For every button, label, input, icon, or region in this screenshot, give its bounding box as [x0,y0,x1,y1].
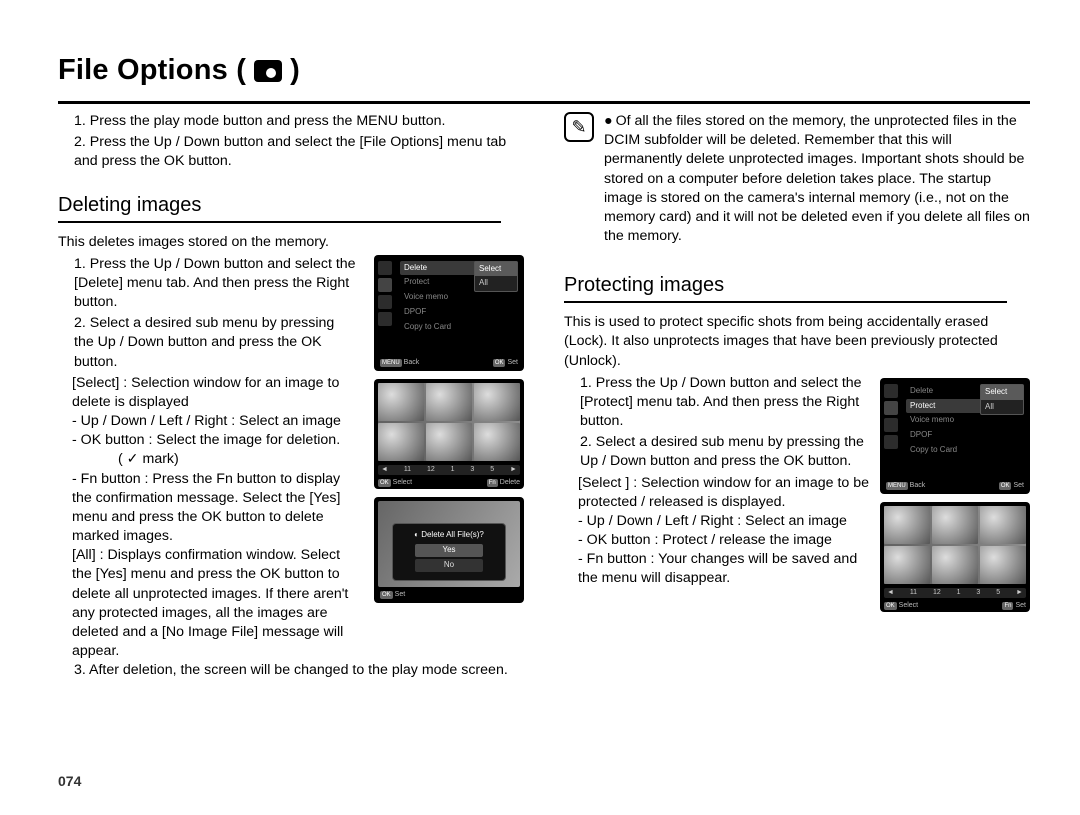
key-ok: OK [378,479,391,487]
note-icon: ✎ [564,112,594,142]
confirm-no: No [415,559,483,572]
menu-item-voicememo: Voice memo [400,290,518,305]
pstrip-n3: 1 [957,588,961,597]
intro-step-2: 2. Press the Up / Down button and select… [74,133,524,171]
strip-n2: 12 [427,465,435,474]
deleting-all-line: [All] : Displays confirmation window. Se… [58,546,356,661]
protect-sub-popup: Select All [980,384,1024,416]
deleting-fn-line: - Fn button : Press the Fn button to dis… [58,470,356,547]
pstrip-prev-icon: ◄ [887,588,894,597]
cam-delete-thumbs: ◄ 11 12 1 3 5 ► OKSelect FnDelete [374,379,524,489]
protecting-fn-line: - Fn button : Your changes will be saved… [564,550,874,588]
key-ok: OK [884,602,897,610]
file-options-icon [254,60,282,82]
pthumbs-select: Select [899,602,918,609]
deleting-step3-list: 3. After deletion, the screen will be ch… [58,661,524,680]
note-text: ●Of all the files stored on the memory, … [604,112,1030,246]
delete-sub-popup: Select All [474,261,518,293]
key-ok: OK [493,359,506,367]
cam-protect-thumbs: ◄ 11 12 1 3 5 ► OKSelect FnSet [880,502,1030,612]
page-title-row: File Options ( ) [58,54,1030,87]
right-column: ✎ ●Of all the files stored on the memory… [564,112,1030,682]
protecting-screens: Delete Protect Voice memo DPOF Copy to C… [880,378,1030,620]
deleting-step-1: 1. Press the Up / Down button and select… [74,255,356,313]
pstrip-n4: 3 [976,588,980,597]
pstrip-n1: 11 [910,588,917,597]
footer-back: Back [404,359,420,366]
strip-next-icon: ► [510,465,517,474]
protecting-intro: This is used to protect specific shots f… [564,313,1030,371]
footer-set: Set [507,359,518,366]
protecting-select-label: [Select ] : Selection window for an imag… [564,474,874,512]
deleting-select-label: [Select] : Selection window for an image… [58,374,356,412]
cam-protect-menu: Delete Protect Voice memo DPOF Copy to C… [880,378,1030,494]
note-row: ✎ ●Of all the files stored on the memory… [564,112,1030,246]
title-divider [58,101,1030,104]
intro-steps: 1. Press the play mode button and press … [58,112,524,172]
deleting-step-3: 3. After deletion, the screen will be ch… [74,661,524,680]
deleting-screens: Delete Protect Voice memo DPOF Copy to C… [374,255,524,603]
key-ok: OK [380,591,393,599]
ppopup-all: All [981,400,1023,415]
confirm-question: ◐ Delete All File(s)? [399,530,499,541]
strip-n1: 11 [404,465,411,474]
protecting-step-2: 2. Select a desired sub menu by pressing… [580,433,874,471]
thumbs-select: Select [393,479,412,486]
key-menu: MENU [380,359,402,367]
protecting-nav-line: - Up / Down / Left / Right : Select an i… [564,512,874,531]
popup-select: Select [475,262,517,277]
strip-n3: 1 [451,465,455,474]
page-title-prefix: File Options ( [58,54,246,87]
pmenu-item-copy: Copy to Card [906,443,1024,458]
key-ok: OK [999,482,1012,490]
deleting-nav-line: - Up / Down / Left / Right : Select an i… [58,412,356,431]
cam-delete-confirm: ◐ Delete All File(s)? Yes No OKSet [374,497,524,603]
manual-page: File Options ( ) 1. Press the play mode … [0,0,1080,815]
deleting-heading: Deleting images [58,192,524,219]
protecting-step-1: 1. Press the Up / Down button and select… [580,374,874,432]
ppopup-select: Select [981,385,1023,400]
deleting-intro: This deletes images stored on the memory… [58,233,524,252]
pmenu-item-voicememo: Voice memo [906,413,1024,428]
strip-n5: 5 [490,465,494,474]
page-title-suffix: ) [290,54,300,87]
confirm-set: Set [395,591,406,598]
menu-item-dpof: DPOF [400,305,518,320]
confirm-yes: Yes [415,544,483,557]
pmenu-item-dpof: DPOF [906,428,1024,443]
deleting-steps: 1. Press the Up / Down button and select… [58,255,356,372]
deleting-step-2: 2. Select a desired sub menu by pressing… [74,314,356,372]
pstrip-next-icon: ► [1016,588,1023,597]
cam-delete-menu: Delete Protect Voice memo DPOF Copy to C… [374,255,524,371]
page-number: 074 [58,773,81,789]
deleting-divider [58,221,501,223]
key-fn: Fn [1002,602,1013,610]
pfooter-set: Set [1013,482,1024,489]
thumbs-delete: Delete [500,479,520,486]
intro-step-1: 1. Press the play mode button and press … [74,112,524,131]
deleting-ok-line-b: ( ✓ mark) [58,450,356,469]
protecting-heading: Protecting images [564,272,1030,299]
key-fn: Fn [487,479,498,487]
strip-prev-icon: ◄ [381,465,388,474]
pthumbs-set: Set [1015,602,1026,609]
protecting-steps: 1. Press the Up / Down button and select… [564,374,874,472]
protecting-ok-line: - OK button : Protect / release the imag… [564,531,874,550]
left-column: 1. Press the play mode button and press … [58,112,524,682]
pstrip-n5: 5 [996,588,1000,597]
pstrip-n2: 12 [933,588,941,597]
key-menu: MENU [886,482,908,490]
pfooter-back: Back [910,482,926,489]
strip-n4: 3 [470,465,474,474]
popup-all: All [475,276,517,291]
content-columns: 1. Press the play mode button and press … [58,112,1030,682]
protecting-divider [564,301,1007,303]
deleting-ok-line-a: - OK button : Select the image for delet… [58,431,356,450]
menu-item-copy: Copy to Card [400,320,518,335]
